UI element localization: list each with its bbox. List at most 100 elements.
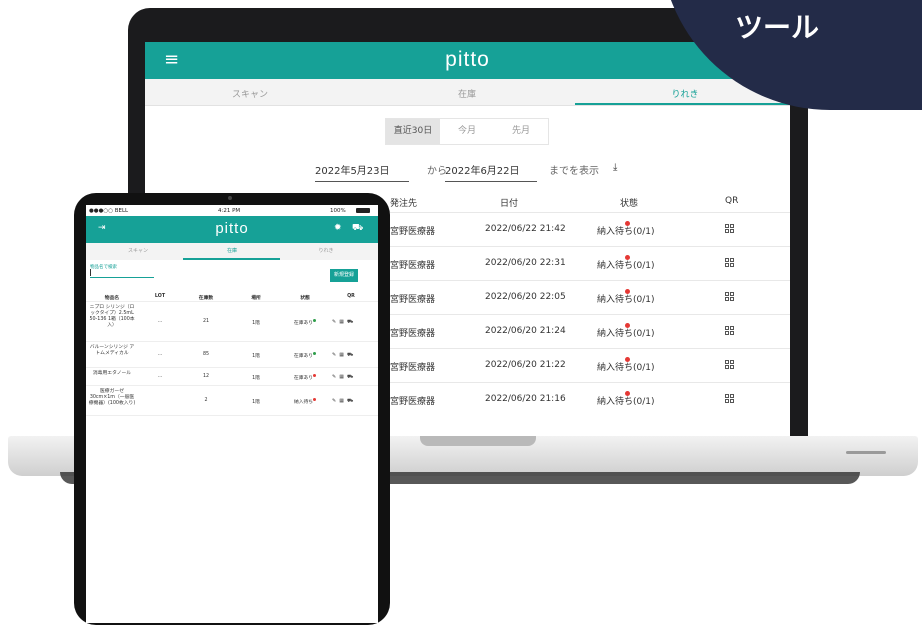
date-cell: 2022/06/20 22:05	[485, 292, 566, 302]
to-date-field[interactable]: 2022年6月22日	[445, 162, 537, 182]
tablet-active-tab-indicator	[183, 258, 280, 260]
column-header: QR	[347, 294, 355, 299]
item-name: 消毒用エタノール	[92, 371, 132, 376]
column-header: 物品名	[104, 296, 120, 301]
status-text: 納入待ち(0/1)	[597, 363, 655, 373]
place-cell: 1階	[252, 376, 260, 381]
status-cell: 納入待ち(0/1)	[597, 323, 655, 339]
status-cell: 納入待ち(0/1)	[597, 221, 655, 237]
status-cell: 在庫あり	[290, 352, 320, 359]
status-cell: 在庫あり	[290, 374, 320, 381]
qr-icon[interactable]	[725, 224, 734, 236]
status-cell: 納入待ち(0/1)	[597, 391, 655, 407]
count-cell: 12	[202, 374, 210, 379]
range-selector: 直近30日 今月 先月	[385, 118, 549, 145]
list-item[interactable]: バルーンシリンジ アトムメディカル... 85 1階 在庫あり ✎▦⛟	[86, 342, 378, 368]
qr-icon[interactable]	[725, 394, 734, 406]
count-cell: 85	[202, 352, 210, 357]
status-dot-icon	[313, 352, 317, 355]
qr-icon[interactable]	[725, 326, 734, 338]
date-cell: 2022/06/20 21:22	[485, 360, 566, 370]
tab-scan[interactable]: スキャン	[200, 87, 300, 100]
row-actions: ✎▦⛟	[332, 374, 356, 381]
cart-icon[interactable]: ⛟	[352, 223, 363, 234]
new-item-button[interactable]: 新規登録	[330, 269, 358, 282]
cart-icon[interactable]: ⛟	[347, 398, 356, 404]
cart-icon[interactable]: ⛟	[347, 352, 356, 358]
column-header: 発注先	[390, 199, 418, 209]
column-header: 場所	[251, 296, 261, 301]
tab-inventory[interactable]: 在庫	[417, 87, 517, 100]
status-dot-icon	[625, 391, 630, 396]
qr-icon[interactable]	[725, 292, 734, 304]
status-dot-icon	[625, 221, 630, 226]
tablet-camera	[228, 196, 232, 200]
place-cell: 1階	[252, 354, 260, 359]
product-mockup: ≡ pitto スキャン 在庫 りれき 直近30日 今月 先月 2022年5月2…	[0, 0, 922, 627]
table-row[interactable]: 宮野医療器 2022/06/20 22:05 納入待ち(0/1)	[390, 280, 790, 314]
cart-icon[interactable]: ⛟	[347, 319, 356, 325]
status-dot-icon	[625, 289, 630, 294]
from-label: から	[427, 166, 447, 177]
tablet-tab-inventory[interactable]: 在庫	[202, 247, 262, 254]
status-dot-icon	[625, 255, 630, 260]
status-dot-icon	[625, 323, 630, 328]
date-cell: 2022/06/20 22:31	[485, 258, 566, 268]
history-table: 発注先 日付 状態 QR 宮野医療器 2022/06/22 21:42 納入待ち(0…	[390, 190, 790, 416]
search-input[interactable]	[90, 277, 154, 278]
tab-history[interactable]: りれき	[635, 87, 735, 100]
qr-icon[interactable]: ▦	[339, 319, 347, 325]
column-header: 状態	[300, 296, 310, 301]
status-dot-icon	[313, 319, 317, 322]
app-header: ≡ pitto	[145, 42, 790, 79]
qr-icon[interactable]: ▦	[339, 374, 347, 380]
lot-cell: ...	[157, 374, 163, 379]
status-text: 在庫あり	[293, 321, 314, 326]
place-cell: 1階	[252, 321, 260, 326]
battery-icon	[356, 208, 370, 213]
range-last-30-days-button[interactable]: 直近30日	[386, 119, 440, 144]
range-last-month-button[interactable]: 先月	[494, 119, 548, 144]
app-logo: pitto	[445, 48, 490, 71]
table-row[interactable]: 宮野医療器 2022/06/22 21:42 納入待ち(0/1)	[390, 212, 790, 246]
qr-icon[interactable]	[725, 258, 734, 270]
status-text: 納入待ち(0/1)	[597, 329, 655, 339]
qr-icon[interactable]: ▦	[339, 398, 347, 404]
supplier-cell: 宮野医療器	[390, 329, 436, 339]
status-dot-icon	[313, 374, 317, 377]
status-text: 納入待ち(0/1)	[597, 227, 655, 237]
table-row[interactable]: 宮野医療器 2022/06/20 21:22 納入待ち(0/1)	[390, 348, 790, 382]
table-row[interactable]: 宮野医療器 2022/06/20 21:24 納入待ち(0/1)	[390, 314, 790, 348]
tablet-screen: ●●●○○ BELL 4:21 PM 100% ⇥ pitto ✹ ⛟ スキャン…	[86, 205, 378, 623]
qr-icon[interactable]	[725, 360, 734, 372]
status-text: 在庫あり	[293, 354, 314, 359]
badge-text: ツール	[735, 11, 820, 44]
ios-status-bar: ●●●○○ BELL 4:21 PM 100%	[86, 205, 378, 216]
count-cell: 21	[202, 319, 210, 324]
qr-icon[interactable]: ▦	[339, 352, 347, 358]
supplier-cell: 宮野医療器	[390, 363, 436, 373]
status-text: 納入待ち(0/1)	[597, 397, 655, 407]
lot-cell: ...	[157, 319, 163, 324]
row-actions: ✎▦⛟	[332, 352, 356, 359]
from-date-field[interactable]: 2022年5月23日	[315, 162, 409, 182]
list-item[interactable]: 消毒用エタノール... 12 1階 在庫あり ✎▦⛟	[86, 368, 378, 386]
tablet-app-header: ⇥ pitto ✹ ⛟	[86, 216, 378, 243]
table-row[interactable]: 宮野医療器 2022/06/20 21:16 納入待ち(0/1)	[390, 382, 790, 416]
range-this-month-button[interactable]: 今月	[440, 119, 494, 144]
list-item[interactable]: ニプロ シリンジ（ロックタイプ）2.5mL 50-136 1箱（100本入）..…	[86, 302, 378, 342]
status-text: 在庫あり	[293, 376, 314, 381]
cart-icon[interactable]: ⛟	[347, 374, 356, 380]
status-cell: 納入待ち(0/1)	[597, 255, 655, 271]
download-icon[interactable]: ⤓	[613, 162, 617, 173]
laptop-notch	[420, 436, 536, 446]
list-item[interactable]: 医療ガーゼ 30cm×1m（一般医療機器）(100枚入り) 2 1階 納入待ち ✎▦⛟	[86, 386, 378, 416]
gear-icon[interactable]: ✹	[334, 223, 342, 233]
table-row[interactable]: 宮野医療器 2022/06/20 22:31 納入待ち(0/1)	[390, 246, 790, 280]
status-dot-icon	[625, 357, 630, 362]
supplier-cell: 宮野医療器	[390, 261, 436, 271]
to-label: までを表示	[549, 166, 599, 177]
tablet-tab-scan[interactable]: スキャン	[108, 247, 168, 254]
column-header: QR	[725, 196, 739, 206]
tablet-tab-history[interactable]: りれき	[296, 247, 356, 254]
